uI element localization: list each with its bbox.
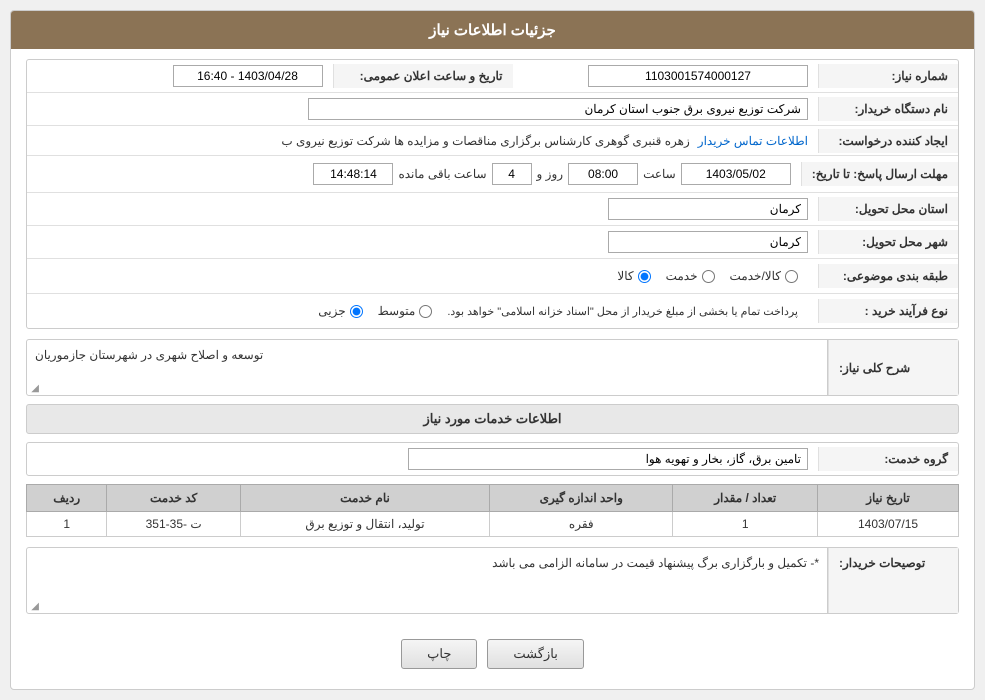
purchase-type-label: نوع فرآیند خرید : [818, 299, 958, 323]
card-header: جزئیات اطلاعات نیاز [11, 11, 974, 49]
general-desc-area: توسعه و اصلاح شهری در شهرستان جازموریان … [27, 340, 828, 395]
response-days-input[interactable] [492, 163, 532, 185]
services-table: تاریخ نیاز تعداد / مقدار واحد اندازه گیر… [26, 484, 959, 537]
purchase-radio-medium-input[interactable] [419, 305, 432, 318]
row-need-number: شماره نیاز: تاریخ و ساعت اعلان عمومی: [27, 60, 958, 93]
category-radio-goods-service-input[interactable] [785, 270, 798, 283]
purchase-radio-small[interactable]: جزیی [318, 304, 362, 318]
purchase-note-text: پرداخت تمام یا بخشی از مبلغ خریدار از مح… [447, 305, 798, 318]
creator-contact-link[interactable]: اطلاعات تماس خریدار [698, 134, 808, 148]
main-card: جزئیات اطلاعات نیاز شماره نیاز: تاریخ و … [10, 10, 975, 690]
row-purchase-type: نوع فرآیند خرید : پرداخت تمام یا بخشی از… [27, 294, 958, 328]
province-label: استان محل تحویل: [818, 197, 958, 221]
response-deadline-value: ساعت روز و ساعت باقی مانده [27, 156, 801, 192]
col-service-name: نام خدمت [240, 485, 489, 512]
service-group-input[interactable] [408, 448, 808, 470]
category-radio-service[interactable]: خدمت [666, 269, 715, 283]
general-desc-value: توسعه و اصلاح شهری در شهرستان جازموریان [35, 348, 263, 362]
city-input[interactable] [608, 231, 808, 253]
row-buyer-org: نام دستگاه خریدار: [27, 93, 958, 126]
cell-unit: فقره [490, 512, 673, 537]
table-header-row: تاریخ نیاز تعداد / مقدار واحد اندازه گیر… [27, 485, 959, 512]
need-number-input[interactable] [588, 65, 808, 87]
col-unit: واحد اندازه گیری [490, 485, 673, 512]
buyer-org-value [27, 93, 818, 125]
category-radio-group: کالا/خدمت خدمت کالا [37, 264, 808, 288]
buyer-org-label: نام دستگاه خریدار: [818, 97, 958, 121]
purchase-type-value: پرداخت تمام یا بخشی از مبلغ خریدار از مح… [27, 294, 818, 328]
category-radio-service-input[interactable] [702, 270, 715, 283]
category-radio-service-label: خدمت [666, 269, 698, 283]
service-group-label: گروه خدمت: [818, 447, 958, 471]
response-time-label: ساعت [643, 167, 676, 181]
need-number-value [513, 60, 819, 92]
purchase-radio-medium-label: متوسط [378, 304, 416, 318]
category-radio-goods-label: کالا [617, 269, 633, 283]
response-days-label: روز و [537, 167, 564, 181]
creator-text: زهره قنبری گوهری کارشناس برگزاری مناقصات… [281, 134, 689, 148]
row-service-group: گروه خدمت: [26, 442, 959, 476]
cell-service-code: ت -35-351 [107, 512, 241, 537]
purchase-radio-medium[interactable]: متوسط [378, 304, 433, 318]
announce-datetime-value [27, 60, 333, 92]
purchase-radio-group: پرداخت تمام یا بخشی از مبلغ خریدار از مح… [37, 299, 808, 323]
category-radio-goods-service-label: کالا/خدمت [730, 269, 781, 283]
response-remaining-input[interactable] [313, 163, 393, 185]
purchase-radio-small-input[interactable] [350, 305, 363, 318]
page-container: جزئیات اطلاعات نیاز شماره نیاز: تاریخ و … [0, 0, 985, 700]
row-category: طبقه بندی موضوعی: کالا/خدمت خدمت [27, 259, 958, 294]
header-title: جزئیات اطلاعات نیاز [429, 22, 556, 39]
cell-quantity: 1 [673, 512, 818, 537]
back-button[interactable]: بازگشت [487, 639, 583, 669]
buyer-notes-area: *- تکمیل و بارگزاری برگ پیشنهاد قیمت در … [27, 548, 828, 613]
resize-handle[interactable]: ◢ [29, 383, 39, 393]
row-buyer-notes: توصیحات خریدار: *- تکمیل و بارگزاری برگ … [26, 547, 959, 614]
purchase-radio-small-label: جزیی [318, 304, 345, 318]
category-radio-goods-input[interactable] [638, 270, 651, 283]
announce-datetime-input[interactable] [173, 65, 323, 87]
table-row: 1403/07/15 1 فقره تولید، انتقال و توزیع … [27, 512, 959, 537]
buyer-org-input[interactable] [308, 98, 808, 120]
services-section-title: اطلاعات خدمات مورد نیاز [26, 404, 959, 434]
row-creator: ایجاد کننده درخواست: اطلاعات تماس خریدار… [27, 126, 958, 156]
col-row-num: ردیف [27, 485, 107, 512]
category-radio-goods[interactable]: کالا [617, 269, 650, 283]
services-table-container: تاریخ نیاز تعداد / مقدار واحد اندازه گیر… [26, 484, 959, 537]
city-label: شهر محل تحویل: [818, 230, 958, 254]
print-button[interactable]: چاپ [401, 639, 477, 669]
response-date-input[interactable] [681, 163, 791, 185]
province-input[interactable] [608, 198, 808, 220]
info-section-main: شماره نیاز: تاریخ و ساعت اعلان عمومی: نا… [26, 59, 959, 329]
buyer-notes-value: *- تکمیل و بارگزاری برگ پیشنهاد قیمت در … [492, 556, 819, 570]
creator-value: اطلاعات تماس خریدار زهره قنبری گوهری کار… [27, 129, 818, 153]
cell-row-num: 1 [27, 512, 107, 537]
col-need-date: تاریخ نیاز [818, 485, 959, 512]
province-value [27, 193, 818, 225]
general-desc-label: شرح کلی نیاز: [828, 340, 958, 395]
col-quantity: تعداد / مقدار [673, 485, 818, 512]
creator-label: ایجاد کننده درخواست: [818, 129, 958, 153]
cell-service-name: تولید، انتقال و توزیع برق [240, 512, 489, 537]
row-response-deadline: مهلت ارسال پاسخ: تا تاریخ: ساعت روز و سا… [27, 156, 958, 193]
col-service-code: کد خدمت [107, 485, 241, 512]
card-body: شماره نیاز: تاریخ و ساعت اعلان عمومی: نا… [11, 49, 974, 689]
row-city: شهر محل تحویل: [27, 226, 958, 259]
category-radios: کالا/خدمت خدمت کالا [27, 259, 818, 293]
buttons-row: بازگشت چاپ [26, 624, 959, 679]
buyer-notes-resize-handle[interactable]: ◢ [29, 601, 39, 611]
response-time-input[interactable] [568, 163, 638, 185]
announce-datetime-label: تاریخ و ساعت اعلان عمومی: [333, 64, 513, 88]
row-province: استان محل تحویل: [27, 193, 958, 226]
category-label: طبقه بندی موضوعی: [818, 264, 958, 288]
category-radio-goods-service[interactable]: کالا/خدمت [730, 269, 798, 283]
row-general-description: شرح کلی نیاز: توسعه و اصلاح شهری در شهرس… [26, 339, 959, 396]
response-deadline-label: مهلت ارسال پاسخ: تا تاریخ: [801, 162, 958, 186]
buyer-notes-label: توصیحات خریدار: [828, 548, 958, 613]
need-number-label: شماره نیاز: [818, 64, 958, 88]
city-value [27, 226, 818, 258]
response-remaining-label: ساعت باقی مانده [398, 167, 486, 181]
cell-need-date: 1403/07/15 [818, 512, 959, 537]
service-group-value [27, 443, 818, 475]
